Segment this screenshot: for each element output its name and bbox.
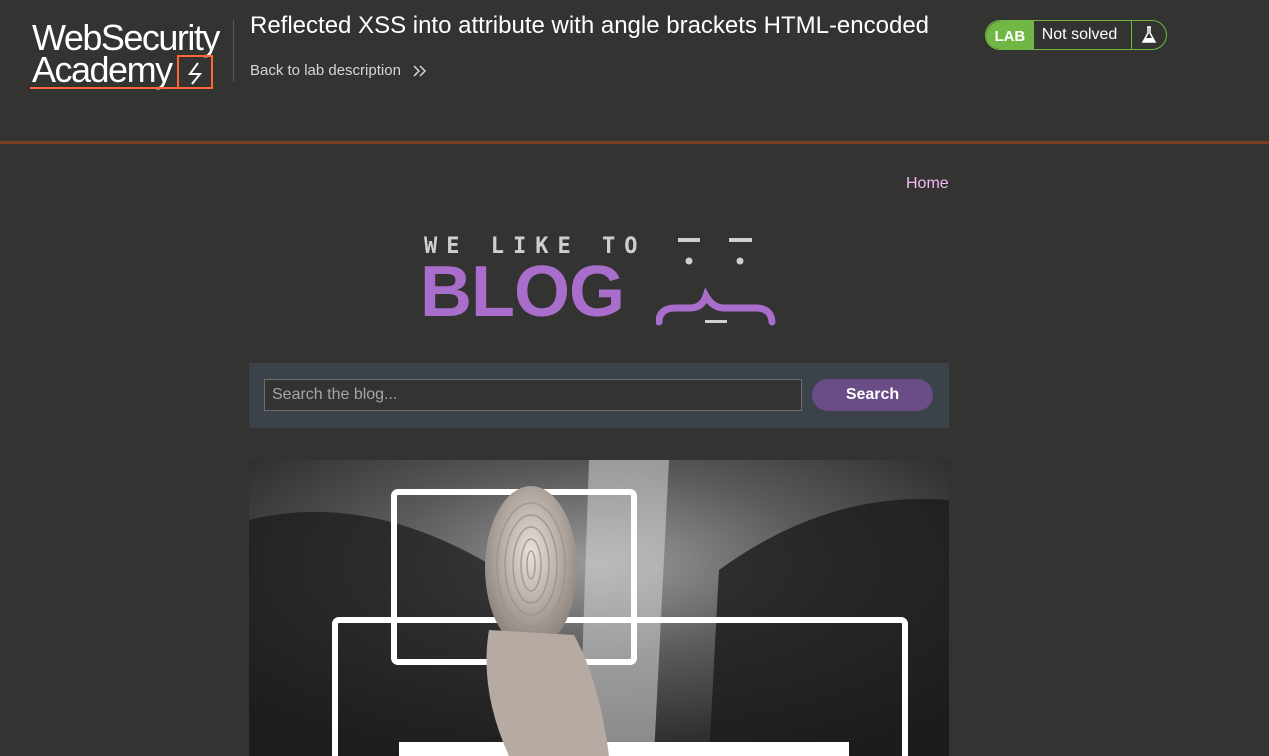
flask-icon: [1132, 26, 1166, 44]
logo-underline-icon: [30, 55, 213, 89]
back-link-label: Back to lab description: [250, 62, 401, 79]
blog-post-image[interactable]: [249, 460, 949, 756]
winking-face-icon: [656, 238, 776, 326]
double-chevron-right-icon: [413, 64, 426, 77]
fingerprint-security-image: [249, 460, 949, 756]
lab-title: Reflected XSS into attribute with angle …: [250, 12, 930, 39]
search-input[interactable]: [264, 379, 802, 411]
home-link[interactable]: Home: [906, 175, 949, 193]
lab-status-widget: LAB Not solved: [985, 20, 1167, 50]
lab-status-text: Not solved: [1041, 26, 1118, 43]
banner-title: BLOG: [420, 252, 625, 332]
lab-badge: LAB: [986, 21, 1034, 49]
back-to-lab-description-link[interactable]: Back to lab description: [250, 62, 427, 79]
search-button[interactable]: Search: [812, 379, 933, 411]
header-divider: [233, 20, 234, 82]
search-form: Search: [249, 363, 949, 428]
web-security-academy-logo[interactable]: WebSecurity Academy: [28, 18, 233, 92]
lab-header: WebSecurity Academy Reflected XSS into a…: [0, 0, 1269, 144]
blog-banner: WE LIKE TO BLOG: [420, 230, 780, 330]
